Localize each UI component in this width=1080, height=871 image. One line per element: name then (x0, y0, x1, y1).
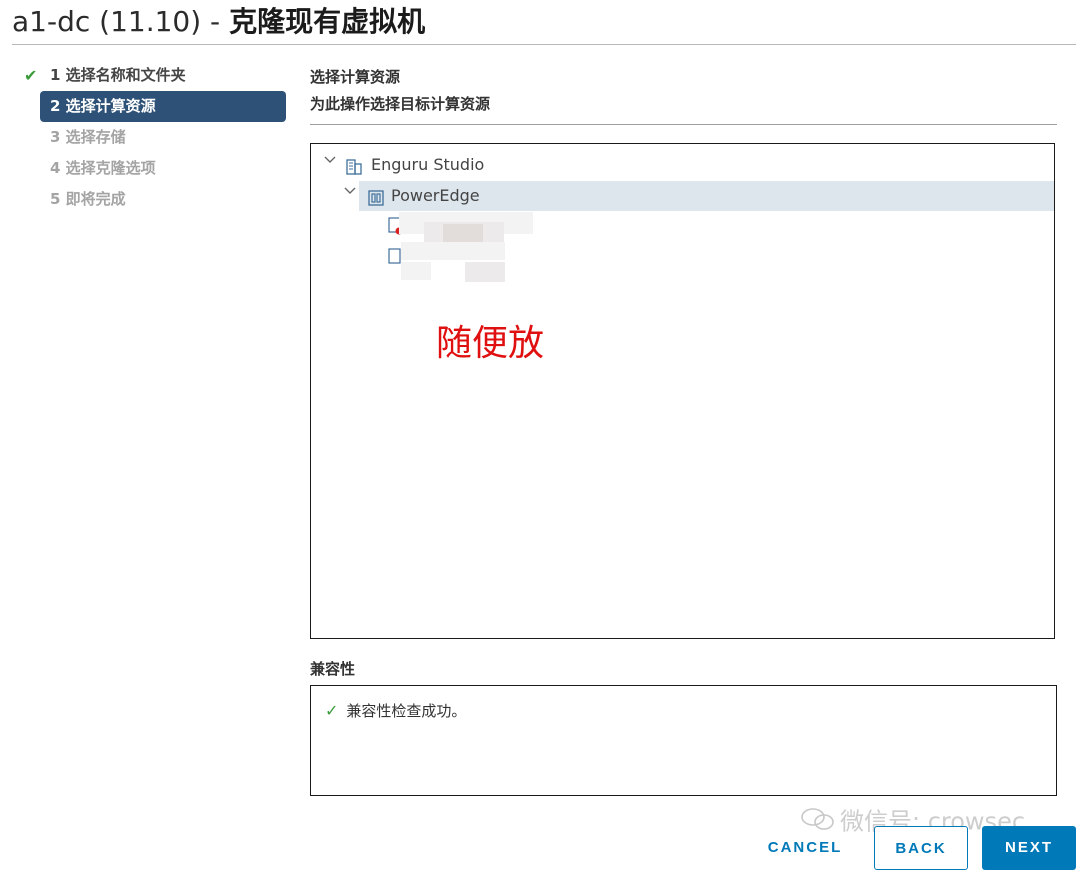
step-content-header: 选择计算资源 为此操作选择目标计算资源 (310, 64, 1057, 125)
step-select-storage: 3 选择存储 (22, 122, 286, 153)
step-select-name-folder[interactable]: ✔ 1 选择名称和文件夹 (22, 60, 286, 91)
check-icon: ✔ (24, 66, 38, 85)
chevron-down-icon[interactable] (343, 180, 356, 194)
section-title: 选择计算资源 (310, 68, 401, 86)
tree-label-datacenter: Enguru Studio (371, 155, 485, 174)
wizard-title: a1-dc (11.10) - 克隆现有虚拟机 (12, 4, 425, 40)
redacted-block (401, 242, 505, 260)
tree-label-cluster: PowerEdge (391, 186, 480, 205)
step-label: 2 选择计算资源 (50, 97, 156, 115)
title-divider (12, 44, 1076, 45)
back-button[interactable]: BACK (874, 826, 968, 870)
compute-resource-tree: Enguru Studio PowerEdge (310, 143, 1055, 639)
wizard-title-main: 克隆现有虚拟机 (229, 5, 426, 38)
wizard-steps: ✔ 1 选择名称和文件夹 2 选择计算资源 3 选择存储 4 选择克隆选项 5 … (22, 60, 286, 215)
wizard-title-prefix: a1-dc (11.10) - (12, 5, 230, 38)
compatibility-message: ✓ 兼容性检查成功。 (325, 698, 466, 724)
step-label: 3 选择存储 (50, 128, 126, 146)
step-select-clone-options: 4 选择克隆选项 (22, 153, 286, 184)
redacted-block (443, 224, 483, 242)
compatibility-message-text: 兼容性检查成功。 (346, 702, 467, 720)
tree-row-datacenter[interactable]: Enguru Studio (311, 150, 1054, 180)
step-ready-to-complete: 5 即将完成 (22, 184, 286, 215)
compatibility-panel: ✓ 兼容性检查成功。 (310, 685, 1057, 796)
check-icon: ✓ (325, 701, 339, 720)
redacted-block (465, 262, 505, 282)
step-label: 1 选择名称和文件夹 (50, 66, 186, 84)
chevron-down-icon[interactable] (323, 149, 336, 163)
section-divider (310, 124, 1057, 125)
step-select-compute-resource[interactable]: 2 选择计算资源 (40, 91, 286, 122)
redacted-block (401, 262, 431, 280)
host-icon[interactable] (388, 248, 402, 270)
step-label: 4 选择克隆选项 (50, 159, 156, 177)
cluster-icon (367, 187, 385, 217)
cancel-button[interactable]: CANCEL (762, 826, 848, 870)
compatibility-label: 兼容性 (310, 660, 356, 678)
annotation-note: 随便放 (436, 323, 545, 364)
tree-row-cluster-content[interactable]: PowerEdge (311, 181, 1054, 211)
section-subtitle: 为此操作选择目标计算资源 (310, 95, 491, 113)
step-label: 5 即将完成 (50, 190, 126, 208)
next-button[interactable]: NEXT (982, 826, 1076, 870)
